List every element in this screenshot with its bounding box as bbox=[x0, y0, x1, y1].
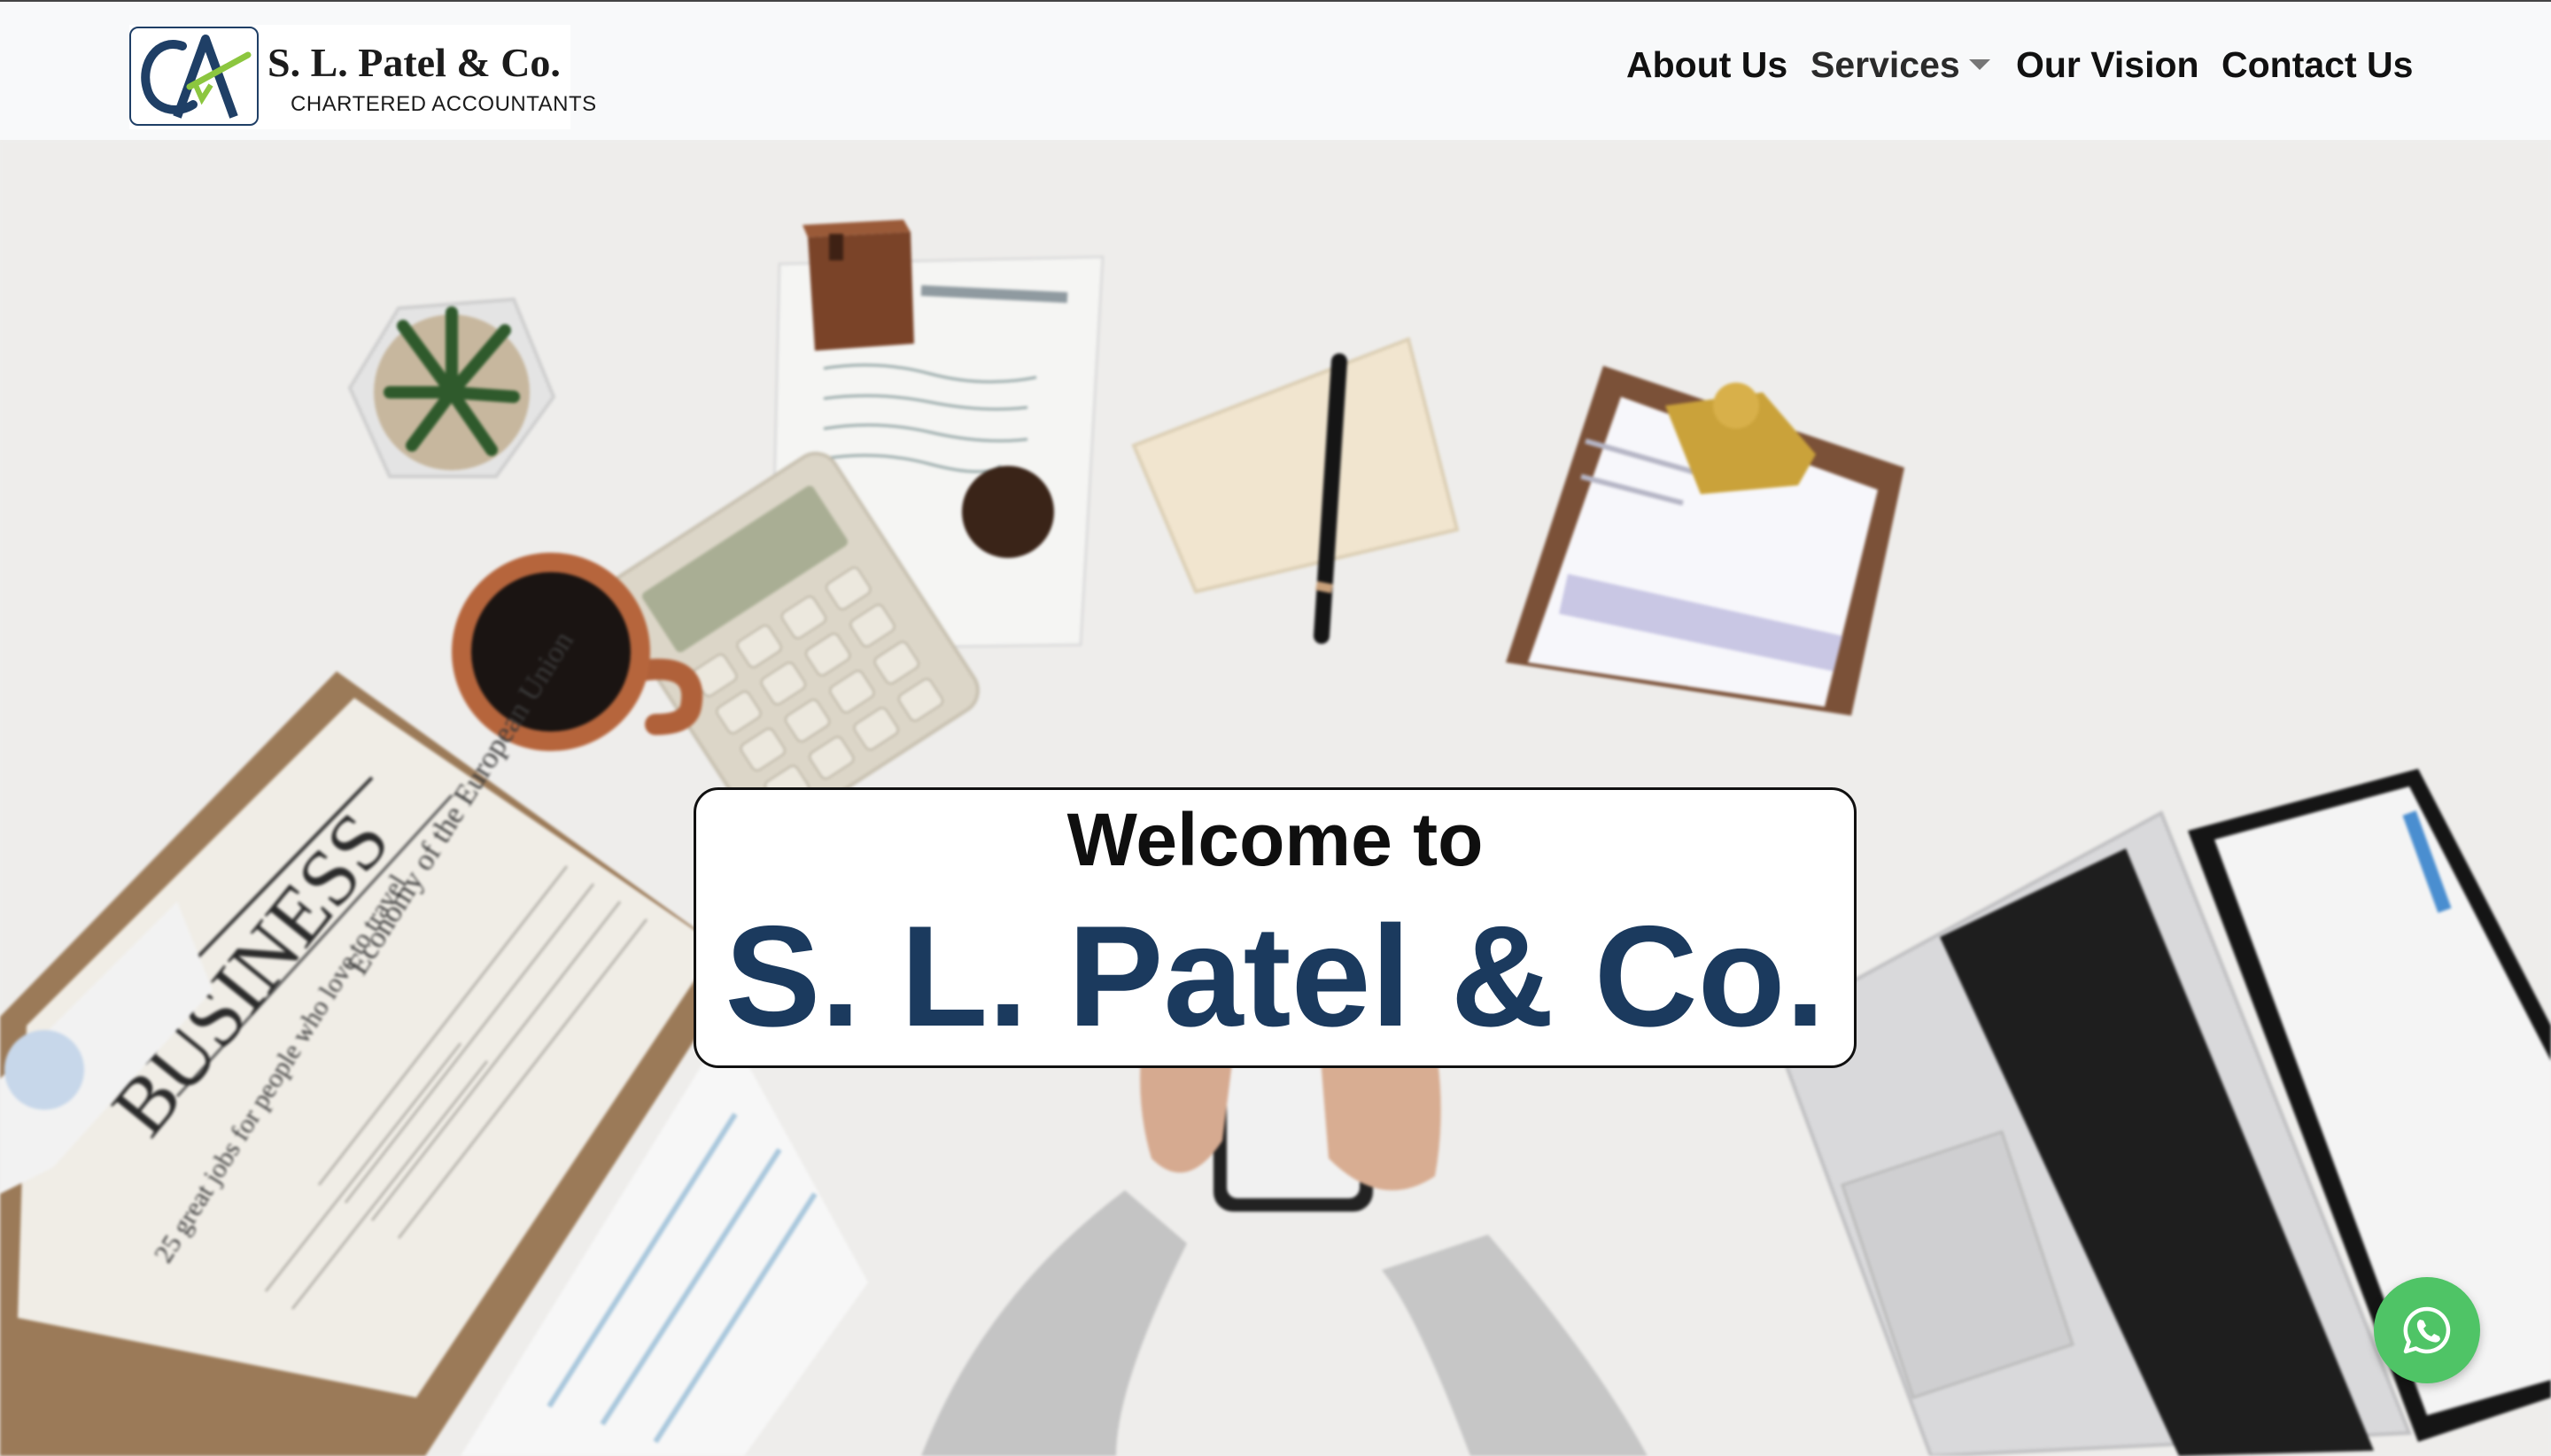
nav-contact-us[interactable]: Contact Us bbox=[2221, 44, 2413, 86]
welcome-card: Welcome to S. L. Patel & Co. bbox=[694, 787, 1857, 1068]
company-name-heading: S. L. Patel & Co. bbox=[725, 896, 1826, 1057]
caret-down-icon bbox=[1968, 59, 1990, 71]
nav-services-label: Services bbox=[1811, 44, 1960, 85]
main-nav: About Us Services Our Vision Contact Us bbox=[0, 44, 2551, 97]
hero-section: BUSINESS Economy of the European Union 2… bbox=[0, 140, 2551, 1456]
nav-services-dropdown[interactable]: Services bbox=[1811, 44, 1990, 86]
welcome-heading: Welcome to bbox=[1066, 798, 1484, 881]
nav-about-us[interactable]: About Us bbox=[1626, 44, 1787, 86]
navbar: S. L. Patel & Co. CHARTERED ACCOUNTANTS … bbox=[0, 2, 2551, 140]
round-stamp bbox=[962, 466, 1054, 558]
whatsapp-chat-button[interactable] bbox=[2374, 1277, 2480, 1383]
nav-our-vision[interactable]: Our Vision bbox=[2016, 44, 2199, 86]
whatsapp-icon bbox=[2403, 1306, 2451, 1354]
wooden-stamp bbox=[803, 220, 914, 351]
